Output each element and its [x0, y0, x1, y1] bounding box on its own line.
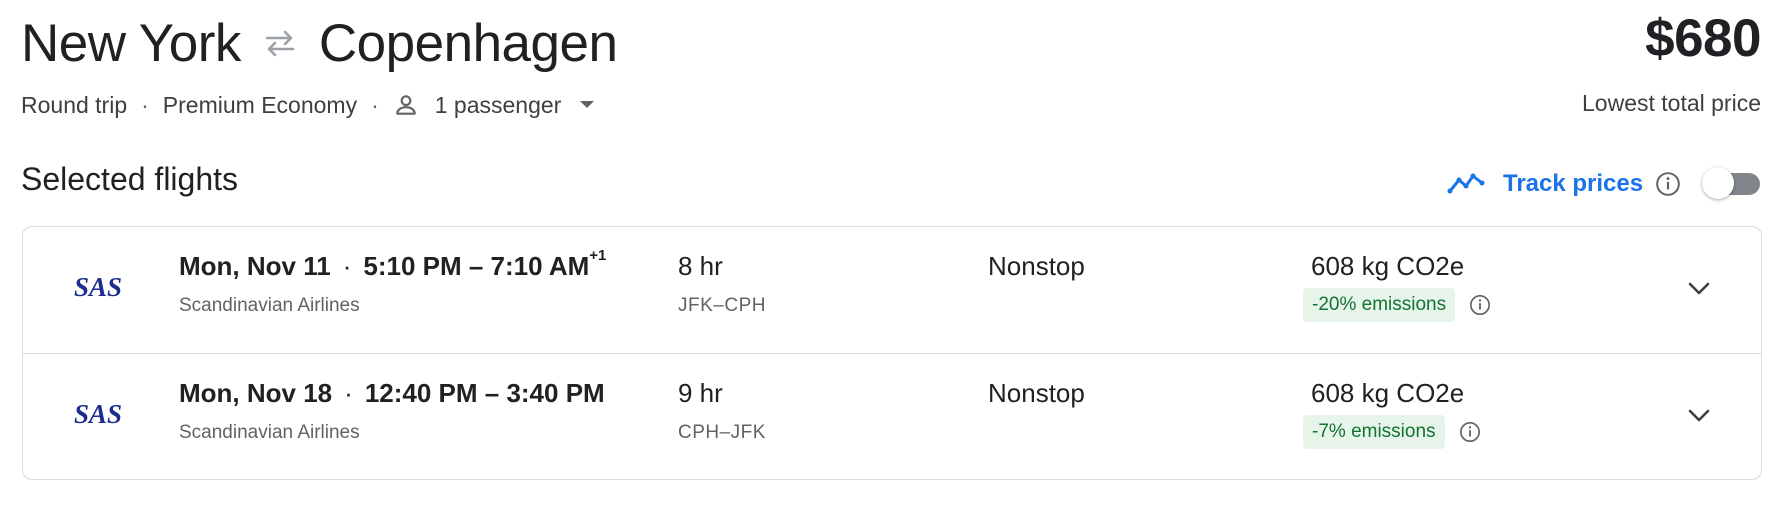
separator-dot: · — [344, 378, 353, 408]
flight-row-return[interactable]: SAS Mon, Nov 18 · 12:40 PM – 3:40 PM Scand… — [23, 354, 1761, 480]
svg-text:SAS: SAS — [74, 399, 122, 429]
toggle-knob[interactable] — [1702, 167, 1734, 199]
flight-row-outbound[interactable]: SAS Mon, Nov 11 · 5:10 PM – 7:10 AM+1 Scan… — [23, 227, 1761, 353]
passenger-count[interactable]: 1 passenger — [435, 92, 562, 119]
emissions-badge: -20% emissions — [1303, 288, 1456, 322]
info-icon[interactable] — [1655, 171, 1681, 197]
flight-times: Mon, Nov 18 · 12:40 PM – 3:40 PM — [179, 378, 605, 409]
total-price: $680 — [1645, 9, 1761, 68]
destination-city: Copenhagen — [318, 13, 618, 73]
emissions-comparison: -7% emissions — [1303, 414, 1481, 450]
info-icon[interactable] — [1459, 421, 1481, 443]
trend-line-icon — [1447, 169, 1485, 200]
flight-emissions: 608 kg CO2e — [1311, 378, 1465, 408]
selected-flights-list: SAS Mon, Nov 11 · 5:10 PM – 7:10 AM+1 Scan… — [22, 226, 1762, 480]
trip-details: Round trip · Premium Economy · 1 passeng… — [21, 88, 595, 122]
origin-city: New York — [21, 13, 241, 73]
flight-time-range: 12:40 PM – 3:40 PM — [364, 378, 605, 408]
flight-stops: Nonstop — [988, 251, 1085, 281]
svg-text:SAS: SAS — [74, 272, 122, 302]
track-prices-toggle[interactable] — [1702, 164, 1762, 199]
flight-date: Mon, Nov 11 — [179, 251, 331, 281]
separator-dot: · — [141, 91, 149, 118]
airline-name: Scandinavian Airlines — [179, 295, 360, 316]
flight-emissions: 608 kg CO2e — [1311, 251, 1465, 281]
price-caption: Lowest total price — [1582, 90, 1761, 116]
selected-flights-heading: Selected flights — [21, 161, 239, 197]
airline-name: Scandinavian Airlines — [179, 422, 360, 443]
flight-date: Mon, Nov 18 — [179, 378, 333, 408]
airline-logo: SAS — [74, 272, 122, 302]
day-offset: +1 — [589, 247, 607, 264]
flight-duration: 8 hr — [678, 251, 723, 281]
dropdown-caret-icon[interactable] — [579, 100, 595, 110]
chevron-down-icon[interactable] — [1681, 398, 1717, 434]
separator-dot: · — [342, 251, 352, 281]
flight-times: Mon, Nov 11 · 5:10 PM – 7:10 AM+1 — [179, 247, 606, 282]
flight-time-range: 5:10 PM – 7:10 AM — [363, 251, 590, 281]
flight-airports: CPH–JFK — [678, 422, 766, 443]
airline-logo: SAS — [74, 399, 122, 429]
track-prices-label[interactable]: Track prices — [1503, 170, 1643, 198]
cabin-class: Premium Economy — [162, 91, 358, 118]
flight-duration: 9 hr — [678, 378, 723, 408]
track-prices[interactable]: Track prices — [1447, 165, 1681, 203]
person-icon — [393, 92, 419, 118]
info-icon[interactable] — [1469, 294, 1491, 316]
trip-type: Round trip — [21, 91, 128, 118]
separator-dot: · — [371, 91, 379, 118]
swap-arrows-icon[interactable] — [261, 24, 299, 62]
route-title: New York Copenhagen — [21, 8, 618, 78]
flight-stops: Nonstop — [988, 378, 1085, 408]
emissions-comparison: -20% emissions — [1303, 287, 1491, 323]
flight-airports: JFK–CPH — [678, 295, 766, 316]
emissions-badge: -7% emissions — [1303, 415, 1445, 449]
chevron-down-icon[interactable] — [1681, 271, 1717, 307]
